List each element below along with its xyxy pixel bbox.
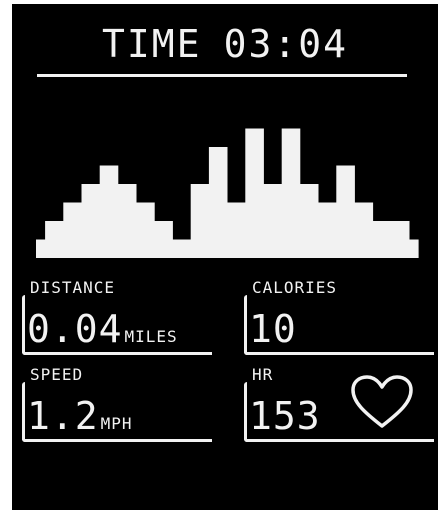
heart-rate-value: 153	[249, 394, 321, 438]
chart-bar	[99, 165, 110, 258]
chart-bar	[272, 184, 283, 258]
chart-bar	[72, 202, 82, 258]
chart-bar	[81, 184, 91, 258]
speed-tile: SPEED 1.2 MPH	[22, 364, 212, 442]
chart-bar	[36, 239, 46, 258]
chart-bar	[336, 165, 346, 258]
chart-bar	[117, 184, 128, 258]
heart-icon	[351, 375, 413, 428]
chart-bar	[45, 221, 55, 258]
heart-rate-tile-border-left	[244, 382, 247, 442]
calories-value: 10	[249, 307, 297, 351]
chart-bar	[409, 239, 419, 258]
chart-bar	[254, 128, 264, 258]
chart-bar	[163, 221, 173, 258]
heart-rate-label: HR	[252, 365, 274, 384]
chart-bar	[136, 202, 146, 258]
chart-bar	[172, 239, 182, 258]
chart-bar	[390, 221, 401, 258]
chart-bar	[327, 202, 337, 258]
chart-bar	[372, 221, 383, 258]
calories-label: CALORIES	[252, 278, 338, 297]
distance-readout: 0.04 MILES	[27, 307, 178, 359]
workout-profile-chart	[36, 128, 419, 258]
chart-bar	[54, 221, 64, 258]
chart-bar	[218, 147, 228, 258]
calories-tile-border-bottom	[244, 352, 434, 355]
chart-bar	[381, 221, 392, 258]
distance-label: DISTANCE	[30, 278, 116, 297]
chart-bar	[90, 184, 101, 258]
distance-unit: MILES	[124, 327, 178, 346]
speed-value: 1.2	[27, 394, 99, 438]
calories-readout: 10	[249, 307, 297, 351]
chart-bar	[181, 239, 192, 258]
speed-unit: MPH	[100, 414, 133, 433]
chart-bar	[309, 184, 319, 258]
calories-tile: CALORIES 10	[244, 277, 434, 355]
chart-bar	[227, 202, 237, 258]
speed-tile-border-left	[22, 382, 25, 442]
chart-bar	[208, 147, 219, 258]
distance-tile-border-left	[22, 295, 25, 355]
chart-bar	[199, 184, 210, 258]
chart-bar	[145, 202, 155, 258]
chart-bar	[345, 165, 355, 258]
chart-bar	[154, 221, 164, 258]
speed-label: SPEED	[30, 365, 84, 384]
distance-value: 0.04	[27, 307, 123, 351]
chart-bar	[400, 221, 410, 258]
chart-bar	[190, 184, 201, 258]
chart-bar	[290, 128, 301, 258]
speed-readout: 1.2 MPH	[27, 394, 133, 446]
calories-tile-border-left	[244, 295, 247, 355]
chart-bar	[263, 184, 273, 258]
chart-bar	[63, 202, 73, 258]
chart-bar	[108, 165, 119, 258]
chart-bar	[318, 202, 328, 258]
distance-tile: DISTANCE 0.04 MILES	[22, 277, 212, 355]
chart-bar	[281, 128, 292, 258]
console-screen: TIME 03:04 DISTANCE 0.04 MILES CALORIES 10…	[12, 4, 438, 510]
heart-rate-tile-border-bottom	[244, 439, 434, 442]
chart-bar	[299, 184, 310, 258]
heart-rate-readout: 153	[249, 394, 321, 438]
chart-bar	[236, 202, 246, 258]
chart-bar	[245, 128, 255, 258]
chart-bar	[363, 202, 374, 258]
chart-bar	[354, 202, 364, 258]
chart-bar	[127, 184, 137, 258]
